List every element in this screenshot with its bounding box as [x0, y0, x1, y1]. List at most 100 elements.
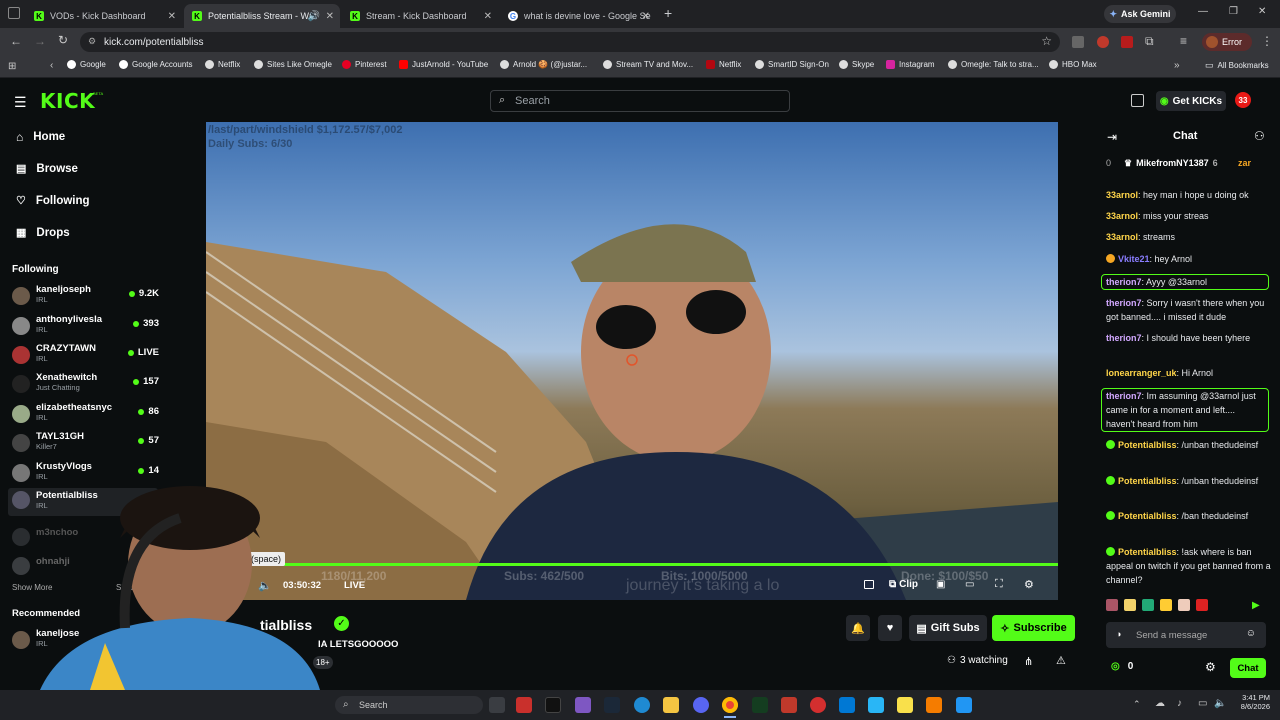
- all-bookmarks[interactable]: ▭ All Bookmarks: [1205, 60, 1269, 71]
- chat-username[interactable]: Potentialbliss: [1118, 476, 1177, 486]
- progress-bar[interactable]: [206, 563, 1058, 566]
- speaker-icon[interactable]: 🔊: [308, 11, 320, 22]
- app-blue-icon[interactable]: [956, 697, 972, 713]
- get-kicks-button[interactable]: ◉ Get KICKs: [1156, 91, 1226, 111]
- close-window-icon[interactable]: ✕: [1258, 6, 1266, 17]
- fullscreen-icon[interactable]: ⛶: [995, 578, 1003, 591]
- chat-message[interactable]: 33arnol: hey man i hope u doing ok: [1106, 188, 1272, 202]
- emoji-icon[interactable]: ☺: [1246, 628, 1256, 639]
- extension-red-icon[interactable]: [1097, 36, 1109, 48]
- chat-input[interactable]: ◑ Send a message ☺: [1106, 622, 1266, 648]
- cloud-icon[interactable]: ☁: [1155, 698, 1165, 709]
- channel-points[interactable]: ◎ 0: [1111, 661, 1133, 672]
- clock[interactable]: 3:41 PM 8/6/2026: [1234, 693, 1270, 711]
- url-bar[interactable]: ⚙ kick.com/potentialbliss ☆: [80, 32, 1060, 52]
- following-item-kaneljoseph[interactable]: kaneljoseph IRL 9.2K: [12, 284, 162, 312]
- chat-message[interactable]: therion7: Ayyy @33arnol: [1101, 274, 1269, 290]
- hamburger-menu-icon[interactable]: ☰: [14, 94, 27, 111]
- chat-username[interactable]: 33arnol: [1106, 232, 1138, 242]
- share-icon[interactable]: ⋔: [1024, 655, 1033, 668]
- bookmark-hbo-max[interactable]: HBO Max: [1049, 60, 1097, 69]
- new-tab-icon[interactable]: +: [664, 5, 672, 21]
- edge-icon[interactable]: [634, 697, 650, 713]
- chat-message[interactable]: Potentialbliss: !ask where is ban appeal…: [1106, 545, 1272, 587]
- chevron-left-icon[interactable]: ‹: [50, 60, 53, 71]
- bookmark-netflix-2[interactable]: Netflix: [706, 60, 741, 69]
- following-item-tayl31gh[interactable]: TAYL31GH Killer7 57: [12, 431, 162, 459]
- close-tab-icon[interactable]: ✕: [326, 11, 334, 22]
- extension-shield-icon[interactable]: [1121, 36, 1133, 48]
- app-orange-icon[interactable]: [926, 697, 942, 713]
- extensions-puzzle-icon[interactable]: ⧉: [1145, 34, 1154, 49]
- chat-username[interactable]: lonearranger_uk: [1106, 368, 1177, 378]
- bookmark-arnold[interactable]: Arnold 🍪 (@justar...: [500, 60, 587, 69]
- display-icon[interactable]: ▭: [1198, 698, 1207, 709]
- microphone-icon[interactable]: ♪: [1177, 698, 1182, 709]
- bookmark-pinterest[interactable]: Pinterest: [342, 60, 387, 69]
- chat-message[interactable]: therion7: Sorry i wasn't there when you …: [1106, 296, 1272, 324]
- menu-kebab-icon[interactable]: ⋮: [1261, 34, 1273, 48]
- chat-username[interactable]: 33arnol: [1106, 211, 1138, 221]
- search-input[interactable]: ⌕ Search: [490, 90, 790, 112]
- pip-icon[interactable]: [864, 580, 874, 589]
- chevron-right-icon[interactable]: »: [1174, 60, 1180, 71]
- bookmark-sites-like-omegle[interactable]: Sites Like Omegle: [254, 60, 332, 69]
- chat-username[interactable]: Potentialbliss: [1118, 440, 1177, 450]
- chat-message[interactable]: lonearranger_uk: Hi Arnol: [1106, 366, 1272, 380]
- following-item-crazytawn[interactable]: CRAZYTAWN IRL LIVE: [12, 343, 162, 371]
- nav-drops[interactable]: ▦ Drops: [16, 226, 70, 240]
- close-tab-icon[interactable]: ✕: [484, 11, 492, 22]
- subscribe-button[interactable]: ✧ Subscribe: [992, 615, 1075, 641]
- nav-following[interactable]: ♡ Following: [16, 194, 90, 208]
- tab-vods-dashboard[interactable]: K VODs - Kick Dashboard ✕: [26, 4, 182, 28]
- captions-icon[interactable]: ▣: [936, 579, 945, 590]
- store-icon[interactable]: [839, 697, 855, 713]
- app-red-2-icon[interactable]: [781, 697, 797, 713]
- back-icon[interactable]: ←: [10, 34, 22, 48]
- ask-gemini-button[interactable]: ✦ Ask Gemini: [1104, 5, 1176, 23]
- maximize-icon[interactable]: ❐: [1229, 6, 1238, 17]
- following-item-xenathewitch[interactable]: Xenathewitch Just Chatting 157: [12, 372, 162, 400]
- chat-username[interactable]: therion7: [1106, 277, 1142, 287]
- emote-bar[interactable]: [1106, 599, 1266, 613]
- nav-browse[interactable]: ▤ Browse: [16, 162, 78, 176]
- collapse-chat-icon[interactable]: ⇥: [1107, 130, 1117, 144]
- steam-icon[interactable]: [604, 697, 620, 713]
- chat-username[interactable]: Vkite21: [1118, 254, 1150, 264]
- chat-username[interactable]: therion7: [1106, 333, 1142, 343]
- media-control-icon[interactable]: ≡: [1180, 34, 1187, 48]
- video-player[interactable]: /last/part/windshield $1,172.57/$7,002 D…: [206, 122, 1058, 600]
- emote-icon[interactable]: [1178, 599, 1190, 611]
- bookmark-star-icon[interactable]: ☆: [1041, 34, 1052, 48]
- tray-chevron-icon[interactable]: ⌃: [1133, 699, 1141, 710]
- profile-error-button[interactable]: Error: [1202, 33, 1252, 51]
- report-warning-icon[interactable]: ⚠: [1056, 654, 1066, 667]
- bookmark-google[interactable]: Google: [67, 60, 106, 69]
- top-gifter-2[interactable]: zar: [1238, 158, 1251, 168]
- app-cyan-icon[interactable]: [868, 697, 884, 713]
- bookmark-justarnold-youtube[interactable]: JustArnold - YouTube: [399, 60, 488, 69]
- tab-list-icon[interactable]: [8, 7, 20, 19]
- chat-message[interactable]: 33arnol: miss your streas: [1106, 209, 1272, 223]
- taskbar-search[interactable]: ⌕ Search: [335, 696, 483, 714]
- clip-button[interactable]: ⧉ Clip: [889, 579, 918, 590]
- follow-button[interactable]: ♥: [878, 615, 902, 641]
- bookmark-instagram[interactable]: Instagram: [886, 60, 935, 69]
- tiktok-icon[interactable]: [545, 697, 561, 713]
- site-info-icon[interactable]: ⚙: [88, 36, 96, 47]
- chat-message[interactable]: therion7: I should have been tyhere: [1106, 331, 1272, 345]
- app-green-icon[interactable]: [752, 697, 768, 713]
- emote-icon[interactable]: [1106, 599, 1118, 611]
- chat-gear-icon[interactable]: ⚙: [1205, 660, 1216, 674]
- chat-message[interactable]: Potentialbliss: /ban thedudeinsf: [1106, 509, 1272, 523]
- chat-message[interactable]: Potentialbliss: /unban thedudeinsf: [1106, 438, 1272, 452]
- kick-logo[interactable]: KICK: [40, 89, 95, 113]
- nav-home[interactable]: ⌂ Home: [16, 130, 65, 144]
- live-indicator[interactable]: LIVE: [344, 580, 365, 591]
- bookmark-skype[interactable]: Skype: [839, 60, 874, 69]
- following-item-anthonylivesla[interactable]: anthonylivesla IRL 393: [12, 314, 162, 342]
- close-tab-icon[interactable]: ✕: [168, 11, 176, 22]
- chat-send-button[interactable]: Chat: [1230, 658, 1266, 678]
- bookmark-stream-tv[interactable]: Stream TV and Mov...: [603, 60, 693, 69]
- speaker-icon[interactable]: 🔈: [1214, 698, 1226, 709]
